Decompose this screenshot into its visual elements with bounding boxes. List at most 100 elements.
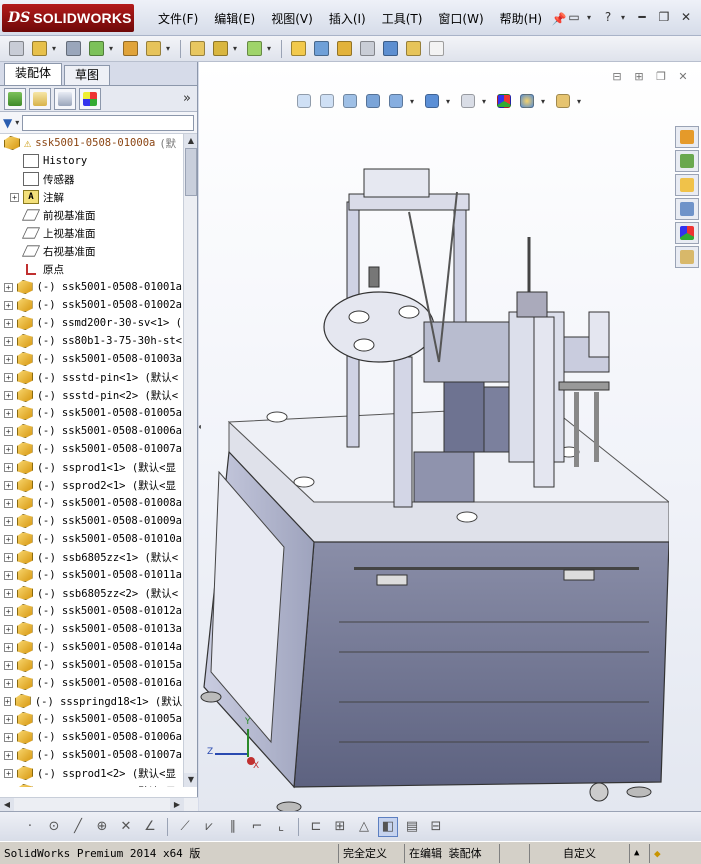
scroll-up-icon[interactable]: ▲	[184, 134, 197, 148]
tree-item[interactable]: + A 注解	[0, 188, 182, 206]
chevron-down-icon[interactable]: ▾	[109, 44, 117, 53]
component-row[interactable]: + (-) ssk5001-0508-01006a	[0, 422, 182, 440]
component-row[interactable]: + (-) ssk5001-0508-01003a	[0, 350, 182, 368]
interference-detection-icon[interactable]	[380, 39, 400, 59]
menu-tools[interactable]: 工具(T)	[374, 10, 431, 28]
line-icon[interactable]: ╱	[68, 817, 88, 837]
tile-vertical-icon[interactable]: ⊞	[631, 70, 647, 84]
tag-icon[interactable]: ◆	[649, 843, 679, 863]
file-explorer-icon[interactable]	[675, 174, 699, 196]
menu-insert[interactable]: 插入(I)	[321, 10, 374, 28]
component-row[interactable]: + (-) ssk5001-0508-01005a	[0, 404, 182, 422]
tab-sketch[interactable]: 草图	[64, 65, 111, 85]
expand-icon[interactable]: +	[4, 768, 13, 778]
new-document-icon[interactable]: ▭	[565, 8, 583, 26]
solidworks-resources-icon[interactable]	[675, 126, 699, 148]
assembly-model[interactable]	[199, 152, 669, 811]
expand-icon[interactable]: +	[4, 660, 13, 670]
expand-icon[interactable]: +	[4, 318, 13, 328]
expand-icon[interactable]: +	[4, 570, 13, 580]
menu-edit[interactable]: 编辑(E)	[206, 10, 263, 28]
help-button[interactable]: ?	[599, 8, 617, 26]
expand-icon[interactable]: +	[4, 696, 11, 706]
angle-icon[interactable]: ∠	[140, 817, 160, 837]
component-row[interactable]: + (-) ssk5001-0508-01010a	[0, 530, 182, 548]
configurationmanager-icon[interactable]	[54, 87, 76, 110]
expand-icon[interactable]: +	[4, 642, 13, 652]
expand-icon[interactable]: +	[4, 408, 13, 418]
edit-appearance-icon[interactable]	[495, 92, 513, 110]
expand-icon[interactable]: +	[4, 552, 13, 562]
tree-vertical-scrollbar[interactable]: ▲ ▼	[183, 134, 197, 787]
component-row[interactable]: + (-) ssstd-pin<2> (默认<	[0, 386, 182, 404]
component-row[interactable]: + (-) ssk5001-0508-01013a	[0, 620, 182, 638]
hole-alignment-icon[interactable]	[426, 39, 446, 59]
tab-assembly[interactable]: 装配体	[4, 63, 63, 85]
chevron-down-icon[interactable]: ▾	[166, 44, 174, 53]
insert-component-icon[interactable]	[29, 39, 49, 59]
point-icon[interactable]: ·	[20, 817, 40, 837]
component-row[interactable]: + (-) ssk5001-0508-01015a	[0, 656, 182, 674]
component-row[interactable]: + (-) ssprod2<1> (默认<显	[0, 476, 182, 494]
expand-icon[interactable]: +	[4, 282, 13, 292]
chevron-down-icon[interactable]: ▾	[233, 44, 241, 53]
intersection-icon[interactable]: ✕	[116, 817, 136, 837]
appearances-icon[interactable]	[675, 222, 699, 244]
expand-icon[interactable]: +	[10, 192, 19, 202]
table-view-icon[interactable]: ⊟	[426, 817, 446, 837]
clearance-verification-icon[interactable]	[403, 39, 423, 59]
bill-of-materials-icon[interactable]	[311, 39, 331, 59]
linear-pattern-icon[interactable]	[86, 39, 106, 59]
units-dropdown-icon[interactable]: ▲	[629, 843, 649, 863]
component-row[interactable]: + (-) ssb6805zz<1> (默认<	[0, 548, 182, 566]
expand-icon[interactable]: +	[4, 624, 13, 634]
view-palette-icon[interactable]	[675, 198, 699, 220]
close-view-icon[interactable]: ✕	[675, 70, 691, 84]
expand-icon[interactable]: +	[4, 750, 13, 760]
component-row[interactable]: + (-) ss80b1-3-75-30h-st<	[0, 332, 182, 350]
chevron-down-icon[interactable]: ▾	[577, 97, 585, 106]
scroll-thumb[interactable]	[185, 148, 197, 196]
featuremanager-icon[interactable]	[4, 87, 26, 110]
reference-geometry-icon[interactable]	[244, 39, 264, 59]
chevron-down-icon[interactable]: ▾	[446, 97, 454, 106]
component-row[interactable]: + (-) ssk5001-0508-01007a	[0, 746, 182, 764]
chevron-down-icon[interactable]: ▾	[587, 13, 595, 22]
filter-icon[interactable]: ▼	[3, 116, 12, 130]
expand-icon[interactable]: +	[4, 354, 13, 364]
tree-filter-input[interactable]	[22, 114, 194, 131]
move-component-icon[interactable]	[143, 39, 163, 59]
component-row[interactable]: + (-) ssspringd18<1> (默认	[0, 692, 182, 710]
component-row[interactable]: + (-) ssk5001-0508-01016a	[0, 674, 182, 692]
expand-icon[interactable]: +	[4, 732, 13, 742]
component-row[interactable]: + (-) ssk5001-0508-01002a	[0, 296, 182, 314]
mate-icon[interactable]	[63, 39, 83, 59]
smart-fasteners-icon[interactable]	[120, 39, 140, 59]
tree-item[interactable]: 传感器	[0, 170, 182, 188]
component-row[interactable]: + (-) ssk5001-0508-01005a	[0, 710, 182, 728]
restore-view-icon[interactable]: ❐	[653, 70, 669, 84]
zoom-to-area-icon[interactable]	[318, 92, 336, 110]
tree-item[interactable]: 右视基准面	[0, 242, 182, 260]
grid-icon[interactable]: ⊞	[330, 817, 350, 837]
close-icon[interactable]: ✕	[677, 8, 695, 26]
chevron-down-icon[interactable]: ▾	[541, 97, 549, 106]
apply-scene-icon[interactable]	[518, 92, 536, 110]
menu-help[interactable]: 帮助(H)	[492, 10, 550, 28]
expand-icon[interactable]: +	[4, 390, 13, 400]
expand-icon[interactable]: +	[4, 516, 13, 526]
edit-component-icon[interactable]	[6, 39, 26, 59]
component-row[interactable]: + (-) ssk5001-0508-01014a	[0, 638, 182, 656]
chevron-down-icon[interactable]: ▾	[410, 97, 418, 106]
scroll-down-icon[interactable]: ▼	[184, 773, 197, 787]
unit-system[interactable]: 自定义	[529, 843, 629, 863]
expand-icon[interactable]: +	[4, 714, 13, 724]
component-row[interactable]: + (-) ssk5001-0508-01007a	[0, 440, 182, 458]
display-style-icon[interactable]	[423, 92, 441, 110]
component-row[interactable]: + (-) ssprod2<2> (默认<显	[0, 782, 182, 787]
component-row[interactable]: + (-) ssk5001-0508-01011a	[0, 566, 182, 584]
tree-root[interactable]: ⚠ ssk5001-0508-01000a (默	[0, 134, 182, 152]
propertymanager-icon[interactable]	[29, 87, 51, 110]
tree-item[interactable]: History	[0, 152, 182, 170]
expand-icon[interactable]: +	[4, 462, 13, 472]
